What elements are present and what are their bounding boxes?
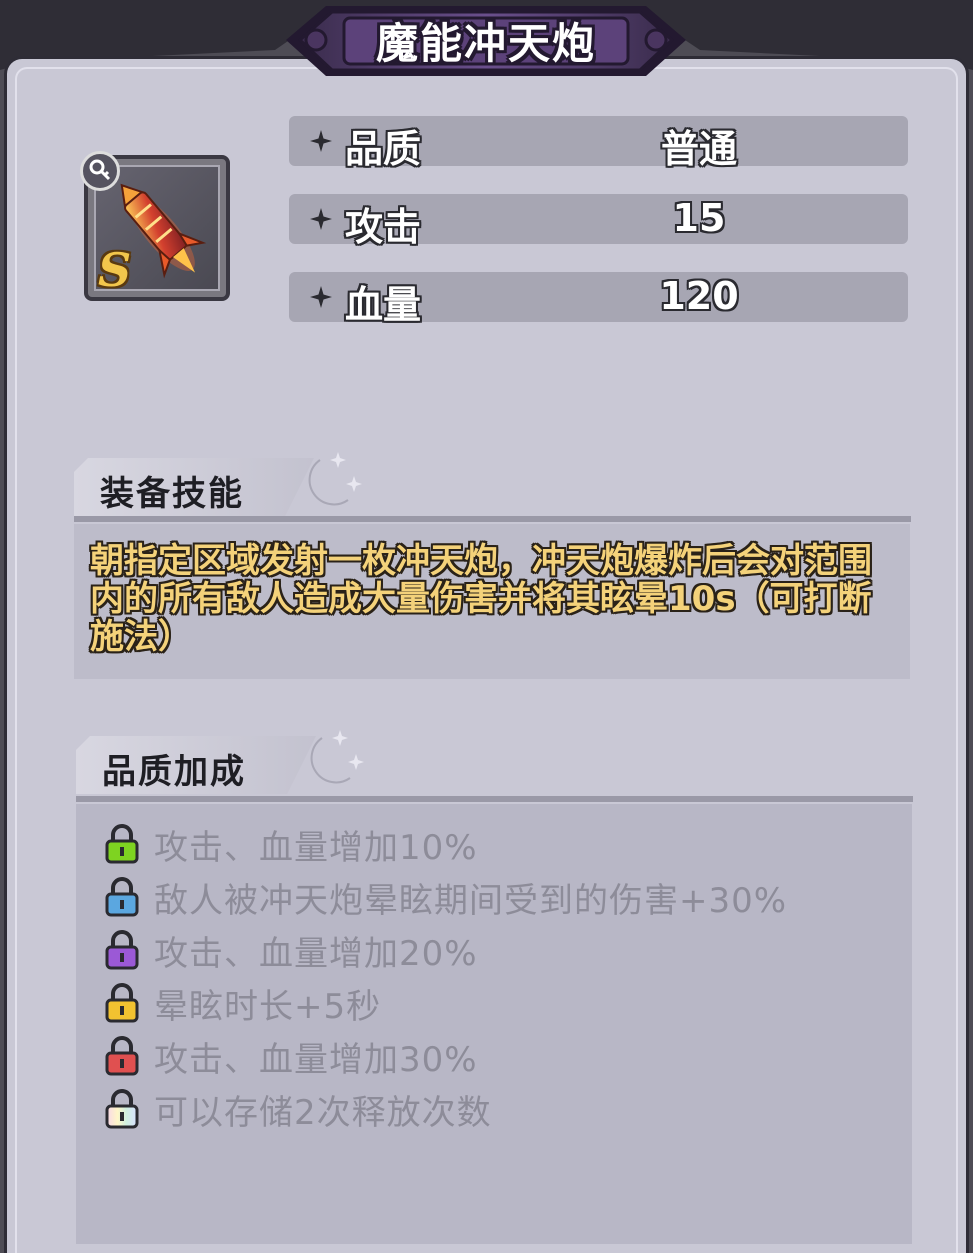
- lock-icon-rainbow: [105, 1089, 139, 1129]
- stat-value: 15: [672, 196, 726, 240]
- stat-label: 攻击: [345, 205, 422, 249]
- bonus-heading: 品质加成: [102, 752, 246, 792]
- item-icon-frame[interactable]: S: [80, 151, 230, 301]
- sparkle-icon: [310, 208, 332, 230]
- moon-star-icon: [310, 730, 364, 784]
- stat-row-quality: 品质 普通: [289, 116, 908, 171]
- item-title: 魔能冲天炮: [375, 19, 596, 68]
- bonus-text: 可以存储2次释放次数: [154, 1093, 492, 1133]
- skill-divider: [74, 516, 911, 522]
- key-icon: [80, 151, 120, 191]
- moon-star-icon: [308, 452, 362, 506]
- lock-icon-yellow: [105, 983, 139, 1023]
- sparkle-icon: [310, 130, 332, 152]
- lock-icon-red: [105, 1036, 139, 1076]
- lock-icon-purple: [105, 930, 139, 970]
- stat-row-attack: 攻击 15: [289, 194, 908, 249]
- skill-description: 朝指定区域发射一枚冲天炮，冲天炮爆炸后会对范围内的所有敌人造成大量伤害并将其眩晕…: [90, 541, 872, 657]
- stat-label: 血量: [345, 283, 422, 327]
- stat-value: 普通: [660, 127, 737, 171]
- sparkle-icon: [310, 286, 332, 308]
- stat-value: 120: [659, 274, 739, 318]
- bonus-section-tab: 品质加成: [76, 736, 316, 794]
- bonus-text: 攻击、血量增加10%: [154, 828, 478, 868]
- stat-label: 品质: [345, 127, 422, 171]
- bonus-text: 敌人被冲天炮晕眩期间受到的伤害+30%: [154, 881, 788, 921]
- title-plate: 魔能冲天炮: [286, 0, 686, 78]
- bonus-text: 攻击、血量增加30%: [154, 1040, 478, 1080]
- grade-badge: S: [98, 243, 132, 297]
- skill-heading: 装备技能: [100, 474, 244, 514]
- bonus-text: 攻击、血量增加20%: [154, 934, 478, 974]
- bonus-list: 攻击、血量增加10% 敌人被冲天炮晕眩期间受到的伤害+30% 攻击、血量增加20…: [76, 804, 912, 1244]
- bonus-text: 晕眩时长+5秒: [154, 987, 382, 1027]
- lock-icon-green: [105, 824, 139, 864]
- skill-section-tab: 装备技能: [74, 458, 314, 516]
- stat-row-hp: 血量 120: [289, 272, 908, 327]
- skill-description-box: 朝指定区域发射一枚冲天炮，冲天炮爆炸后会对范围内的所有敌人造成大量伤害并将其眩晕…: [74, 524, 910, 679]
- lock-icon-blue: [105, 877, 139, 917]
- bonus-divider: [76, 796, 913, 802]
